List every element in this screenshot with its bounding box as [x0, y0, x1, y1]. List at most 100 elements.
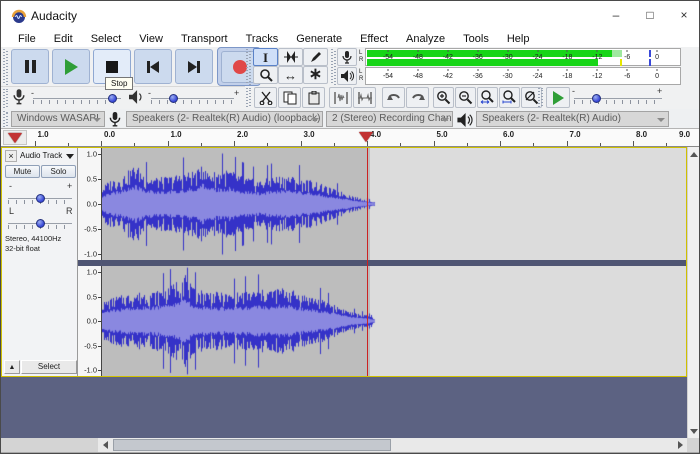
- scroll-right-button[interactable]: [673, 438, 687, 452]
- menu-help[interactable]: Help: [498, 32, 539, 47]
- skip-to-end-button[interactable]: [175, 49, 213, 84]
- tools-grabber[interactable]: [246, 49, 251, 85]
- pencil-icon: [309, 50, 323, 64]
- collapse-track-button[interactable]: ▲: [4, 360, 20, 374]
- channels-dropdown[interactable]: 2 (Stereo) Recording Chann: [326, 111, 453, 127]
- close-button[interactable]: ×: [667, 1, 700, 29]
- timeline-ruler[interactable]: 1.00.01.02.03.04.05.06.07.08.09.0: [1, 129, 699, 147]
- undo-button[interactable]: [382, 87, 405, 108]
- ruler-time-label: 6.0: [503, 130, 514, 139]
- play-button[interactable]: [52, 49, 90, 84]
- track-close-button[interactable]: ×: [5, 150, 17, 162]
- playback-volume-slider[interactable]: [151, 89, 234, 109]
- vruler-label: -1.0: [84, 366, 97, 375]
- multi-tool-button[interactable]: ∗: [303, 66, 328, 84]
- recording-meter[interactable]: -54-48-42-36-30-24-18-12-60: [365, 48, 681, 66]
- output-device-speaker-icon: [457, 113, 473, 127]
- playhead-marker-icon[interactable]: [359, 132, 373, 142]
- pin-playhead-button[interactable]: [3, 130, 27, 145]
- slider-thumb[interactable]: [36, 194, 45, 203]
- paste-button[interactable]: [302, 87, 325, 108]
- selection-tool-button[interactable]: I: [253, 48, 278, 66]
- menu-select[interactable]: Select: [82, 32, 131, 47]
- menu-effect[interactable]: Effect: [351, 32, 397, 47]
- play-at-speed-button[interactable]: [546, 87, 570, 108]
- playspeed-grabber[interactable]: [538, 88, 543, 108]
- chevron-down-icon: [441, 118, 449, 122]
- slider-thumb[interactable]: [36, 219, 45, 228]
- playback-meter-button[interactable]: [337, 67, 357, 85]
- waveform-canvas-right[interactable]: [102, 266, 686, 376]
- edit-grabber[interactable]: [246, 88, 251, 108]
- vertical-scrollbar[interactable]: [687, 147, 699, 438]
- draw-tool-button[interactable]: [303, 48, 328, 66]
- maximize-button[interactable]: □: [633, 1, 667, 29]
- record-meter-button[interactable]: [337, 48, 357, 66]
- gain-slider[interactable]: [8, 189, 72, 205]
- pause-button[interactable]: [11, 49, 49, 84]
- menu-file[interactable]: File: [9, 32, 45, 47]
- horizontal-scrollbar[interactable]: [98, 438, 687, 452]
- playback-meter[interactable]: -54-48-42-36-30-24-18-12-60: [365, 67, 681, 85]
- track-select-button[interactable]: Select: [21, 360, 77, 374]
- clipboard-icon: [308, 91, 320, 105]
- menu-edit[interactable]: Edit: [45, 32, 82, 47]
- fit-selection-button[interactable]: [477, 87, 498, 108]
- silence-audio-button[interactable]: [353, 87, 376, 108]
- slider-thumb[interactable]: [169, 94, 178, 103]
- meter-scale-label: -12: [592, 54, 602, 61]
- channels-value: 2 (Stereo) Recording Chann: [332, 113, 453, 124]
- meter-grabber[interactable]: [331, 49, 336, 85]
- record-meter-channel-labels: LR: [359, 50, 363, 64]
- scroll-up-button[interactable]: [688, 147, 700, 161]
- waveform-canvas-left[interactable]: [102, 148, 686, 260]
- menu-generate[interactable]: Generate: [287, 32, 351, 47]
- mixer-grabber[interactable]: [3, 89, 8, 109]
- record-volume-slider[interactable]: [33, 89, 121, 109]
- waveform-channel-left[interactable]: [102, 148, 686, 260]
- horizontal-scroll-thumb[interactable]: [113, 439, 391, 451]
- menu-view[interactable]: View: [130, 32, 172, 47]
- transport-grabber[interactable]: [3, 49, 8, 85]
- skip-to-start-button[interactable]: [134, 49, 172, 84]
- vruler-label: 0.0: [87, 317, 97, 326]
- minimize-button[interactable]: –: [599, 1, 633, 29]
- menu-tools[interactable]: Tools: [454, 32, 498, 47]
- fit-project-button[interactable]: [499, 87, 520, 108]
- scroll-down-button[interactable]: [688, 424, 700, 438]
- meter-scale-label: -18: [562, 73, 572, 80]
- envelope-tool-button[interactable]: [278, 48, 303, 66]
- menu-transport[interactable]: Transport: [172, 32, 237, 47]
- device-grabber[interactable]: [3, 111, 8, 127]
- mute-button[interactable]: Mute: [5, 165, 40, 178]
- redo-button[interactable]: [406, 87, 429, 108]
- audio-host-dropdown[interactable]: Windows WASAPI: [11, 111, 105, 127]
- meter-scale-label: -18: [562, 54, 572, 61]
- scroll-left-button[interactable]: [98, 438, 112, 452]
- slider-thumb[interactable]: [108, 94, 117, 103]
- play-speed-slider[interactable]: [574, 89, 662, 109]
- pan-slider[interactable]: [8, 214, 72, 230]
- meter-scale-tick: [567, 50, 568, 52]
- track-name-menu[interactable]: Audio Track: [20, 151, 62, 160]
- cut-button[interactable]: [254, 87, 277, 108]
- ruler-time-label: 5.0: [437, 130, 448, 139]
- waveform-channel-right[interactable]: [102, 266, 686, 376]
- meter-scale-label: -6: [624, 54, 630, 61]
- ruler-minor-tick: [134, 143, 135, 146]
- solo-button[interactable]: Solo: [41, 165, 76, 178]
- vruler-tick: [98, 272, 101, 273]
- timeshift-tool-button[interactable]: ↔: [278, 66, 303, 84]
- zoom-in-button[interactable]: [433, 87, 454, 108]
- input-device-dropdown[interactable]: Speakers (2- Realtek(R) Audio) (loopback…: [126, 111, 323, 127]
- output-device-dropdown[interactable]: Speakers (2- Realtek(R) Audio): [476, 111, 669, 127]
- fit-project-icon: [502, 90, 517, 105]
- menu-tracks[interactable]: Tracks: [237, 32, 288, 47]
- zoom-tool-button[interactable]: [253, 66, 278, 84]
- zoom-out-button[interactable]: [455, 87, 476, 108]
- meter-scale-tick: [597, 50, 598, 52]
- menu-analyze[interactable]: Analyze: [397, 32, 454, 47]
- trim-audio-button[interactable]: [329, 87, 352, 108]
- copy-button[interactable]: [278, 87, 301, 108]
- track-menu-chevron-icon[interactable]: [66, 154, 74, 159]
